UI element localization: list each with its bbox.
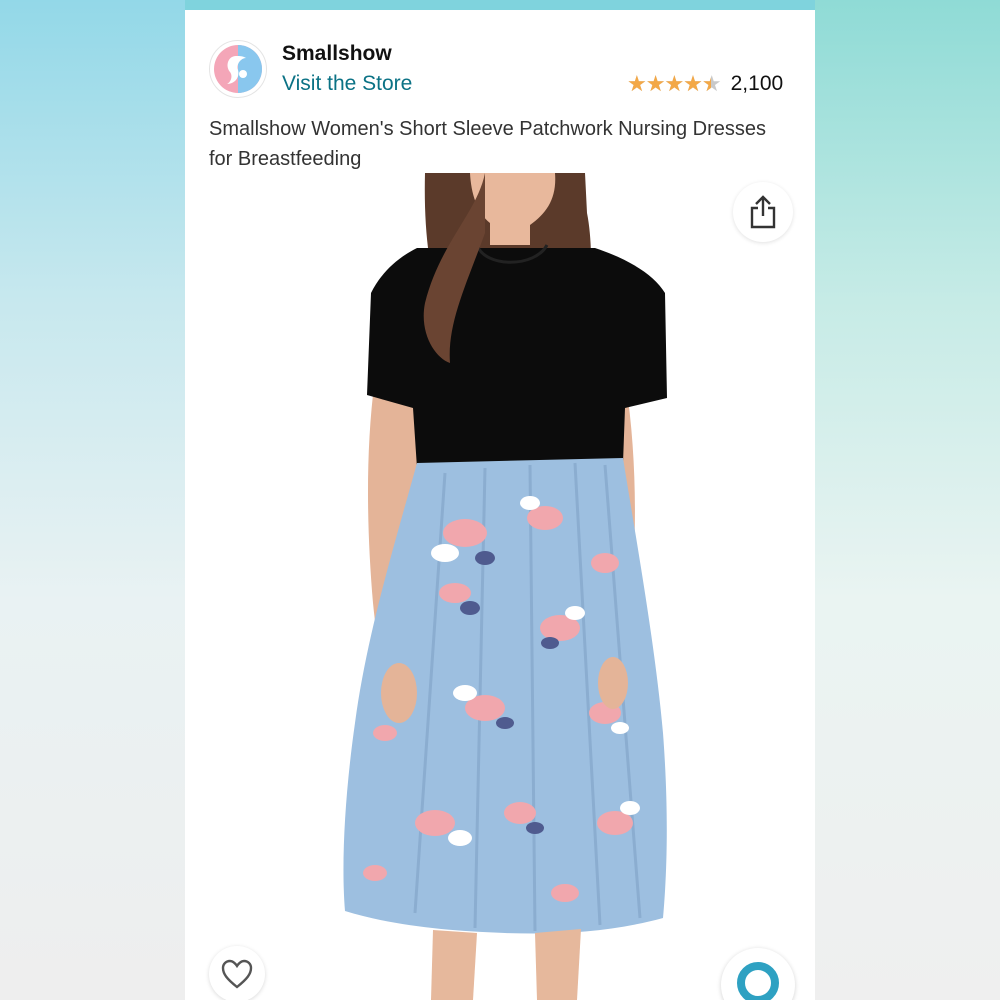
store-header: Smallshow Visit the Store ★★★★★ ★★★★★ 2,… — [185, 10, 815, 110]
favorite-button[interactable] — [209, 946, 265, 1000]
smallshow-logo-icon — [214, 45, 262, 93]
dress-photo — [185, 173, 815, 1000]
background-right — [815, 0, 1000, 1000]
visit-store-link[interactable]: Visit the Store — [282, 72, 412, 96]
share-button[interactable] — [733, 182, 793, 242]
top-bar — [185, 0, 815, 10]
rating[interactable]: ★★★★★ ★★★★★ 2,100 — [627, 70, 783, 98]
heart-icon — [221, 959, 253, 989]
share-icon — [750, 195, 776, 229]
product-image[interactable] — [185, 173, 815, 1000]
stars-filled: ★★★★★ — [627, 73, 711, 95]
lens-icon — [737, 962, 779, 1000]
rating-stars: ★★★★★ ★★★★★ — [627, 73, 722, 95]
product-title: Smallshow Women's Short Sleeve Patchwork… — [209, 118, 766, 170]
rating-count: 2,100 — [730, 72, 784, 95]
store-logo[interactable] — [209, 40, 267, 98]
product-screen: Smallshow Visit the Store ★★★★★ ★★★★★ 2,… — [185, 10, 815, 1000]
background-left — [0, 0, 185, 1000]
store-name[interactable]: Smallshow — [282, 42, 392, 66]
